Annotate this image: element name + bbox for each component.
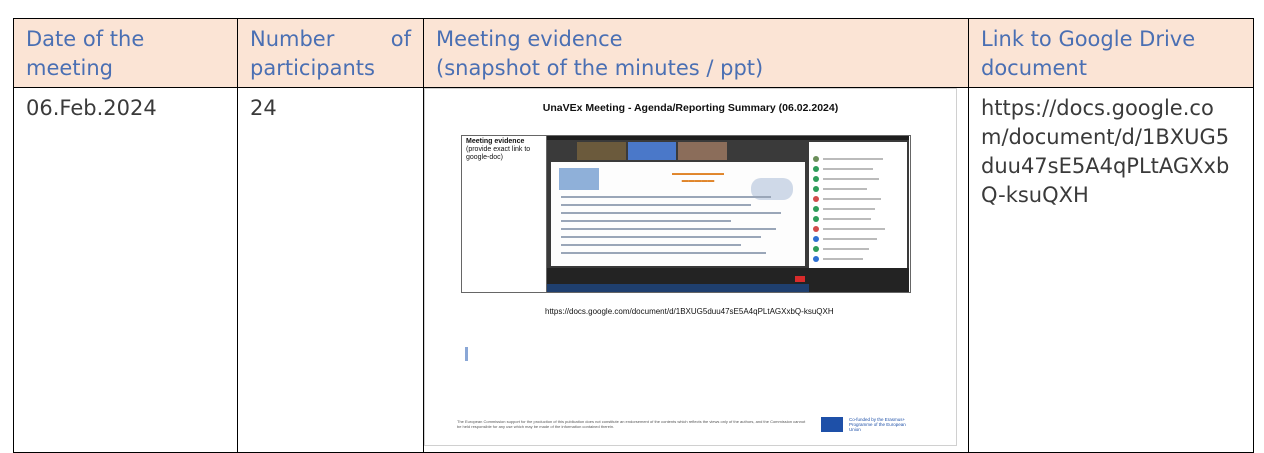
participant-row bbox=[813, 226, 901, 232]
header-evidence-line2: (snapshot of the minutes / ppt) bbox=[436, 56, 764, 80]
slide-heading-mark: ▬▬▬▬▬▬▬▬ ▬▬▬▬▬ bbox=[672, 170, 724, 184]
slide-text-line bbox=[561, 244, 741, 246]
video-tile bbox=[627, 142, 677, 160]
header-participants-word1: Number bbox=[250, 27, 335, 51]
slide-text-line bbox=[561, 196, 771, 198]
snapshot-inner-table: Meeting evidence (provide exact link to … bbox=[461, 135, 911, 293]
header-participants-word3: participants bbox=[250, 56, 375, 80]
participant-row bbox=[813, 256, 901, 262]
table-row: 06.Feb.2024 24 UnaVEx Meeting - Agenda/R… bbox=[13, 87, 1254, 453]
header-date: Date of the meeting bbox=[13, 18, 238, 88]
cell-link: https://docs.google.com/document/d/1BXUG… bbox=[968, 87, 1254, 453]
header-evidence-line1: Meeting evidence bbox=[436, 27, 623, 51]
eu-flag-icon bbox=[821, 417, 843, 432]
participant-row bbox=[813, 166, 901, 172]
table-header-row: Date of the meeting Number of participan… bbox=[13, 18, 1254, 88]
participant-row bbox=[813, 196, 901, 202]
meeting-table: Date of the meeting Number of participan… bbox=[13, 18, 1254, 453]
header-participants: Number of participants bbox=[237, 18, 424, 88]
drive-link[interactable]: https://docs.google.com/document/d/1BXUG… bbox=[981, 96, 1229, 207]
header-date-text: Date of the meeting bbox=[26, 27, 145, 80]
slide-image bbox=[559, 168, 599, 190]
slide-text-line bbox=[561, 204, 751, 206]
slide-text-line bbox=[561, 228, 776, 230]
video-tile bbox=[678, 142, 728, 160]
video-tiles bbox=[577, 142, 728, 160]
participant-row bbox=[813, 216, 901, 222]
video-tile bbox=[577, 142, 626, 160]
participant-row bbox=[813, 246, 901, 252]
evidence-snapshot: UnaVEx Meeting - Agenda/Reporting Summar… bbox=[424, 88, 957, 446]
participant-row bbox=[813, 156, 901, 162]
header-link: Link to Google Drive document bbox=[968, 18, 1254, 88]
header-evidence: Meeting evidence (snapshot of the minute… bbox=[423, 18, 969, 88]
participant-row bbox=[813, 186, 901, 192]
participant-row bbox=[813, 236, 901, 242]
eu-cofunded-text: Co-funded by the Erasmus+ Programme of t… bbox=[849, 417, 906, 432]
snapshot-link: https://docs.google.com/document/d/1BXUG… bbox=[545, 307, 834, 316]
slide-text-line bbox=[561, 212, 781, 214]
snapshot-label-rest: (provide exact link to google-doc) bbox=[466, 146, 531, 161]
end-meeting-button bbox=[795, 276, 805, 282]
eu-disclaimer: The European Commission support for the … bbox=[457, 419, 806, 429]
slide-text-line bbox=[561, 220, 731, 222]
cell-evidence: UnaVEx Meeting - Agenda/Reporting Summar… bbox=[423, 87, 969, 453]
participant-row bbox=[813, 206, 901, 212]
participant-row bbox=[813, 176, 901, 182]
zoom-screenshot: ▬▬▬▬▬▬▬▬ ▬▬▬▬▬ bbox=[546, 136, 909, 292]
cell-participants: 24 bbox=[237, 87, 424, 453]
slide-text-line bbox=[561, 252, 766, 254]
participants-panel bbox=[809, 142, 907, 282]
slide-text-line bbox=[561, 236, 761, 238]
cell-date: 06.Feb.2024 bbox=[13, 87, 238, 453]
cell-participants-text: 24 bbox=[250, 96, 277, 120]
header-link-text: Link to Google Drive document bbox=[981, 27, 1196, 80]
zoom-top-strip bbox=[547, 136, 909, 140]
text-cursor bbox=[465, 347, 468, 361]
header-participants-line1: Number of bbox=[250, 25, 411, 54]
snapshot-evidence-label: Meeting evidence (provide exact link to … bbox=[466, 138, 542, 162]
snapshot-title: UnaVEx Meeting - Agenda/Reporting Summar… bbox=[542, 102, 839, 114]
shared-slide: ▬▬▬▬▬▬▬▬ ▬▬▬▬▬ bbox=[551, 162, 805, 266]
cell-date-text: 06.Feb.2024 bbox=[26, 96, 157, 120]
snapshot-label-bold: Meeting evidence bbox=[466, 138, 525, 145]
windows-taskbar bbox=[547, 284, 809, 292]
header-participants-word2: of bbox=[390, 27, 411, 51]
